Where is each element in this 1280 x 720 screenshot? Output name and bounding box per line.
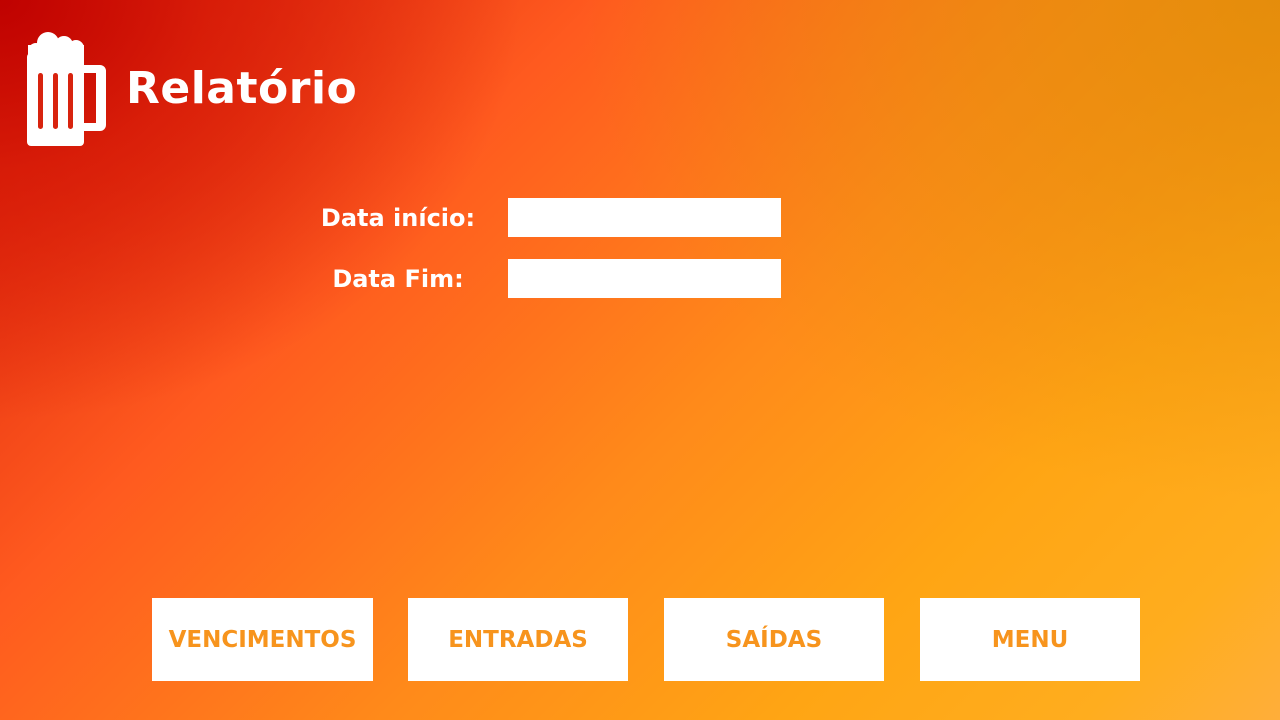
vencimentos-button[interactable]: VENCIMENTOS bbox=[152, 598, 373, 681]
entradas-button[interactable]: ENTRADAS bbox=[408, 598, 628, 681]
menu-button[interactable]: MENU bbox=[920, 598, 1140, 681]
app-header: Relatório bbox=[26, 30, 357, 150]
page-title: Relatório bbox=[126, 62, 358, 114]
saidas-button[interactable]: SAÍDAS bbox=[664, 598, 884, 681]
start-date-input[interactable] bbox=[508, 198, 781, 237]
beer-mug-icon bbox=[27, 32, 106, 146]
start-date-row: Data início: bbox=[300, 198, 781, 237]
end-date-input[interactable] bbox=[508, 259, 781, 298]
end-date-label: Data Fim: bbox=[332, 264, 464, 293]
end-date-row: Data Fim: bbox=[300, 259, 781, 298]
start-date-label: Data início: bbox=[320, 203, 476, 232]
